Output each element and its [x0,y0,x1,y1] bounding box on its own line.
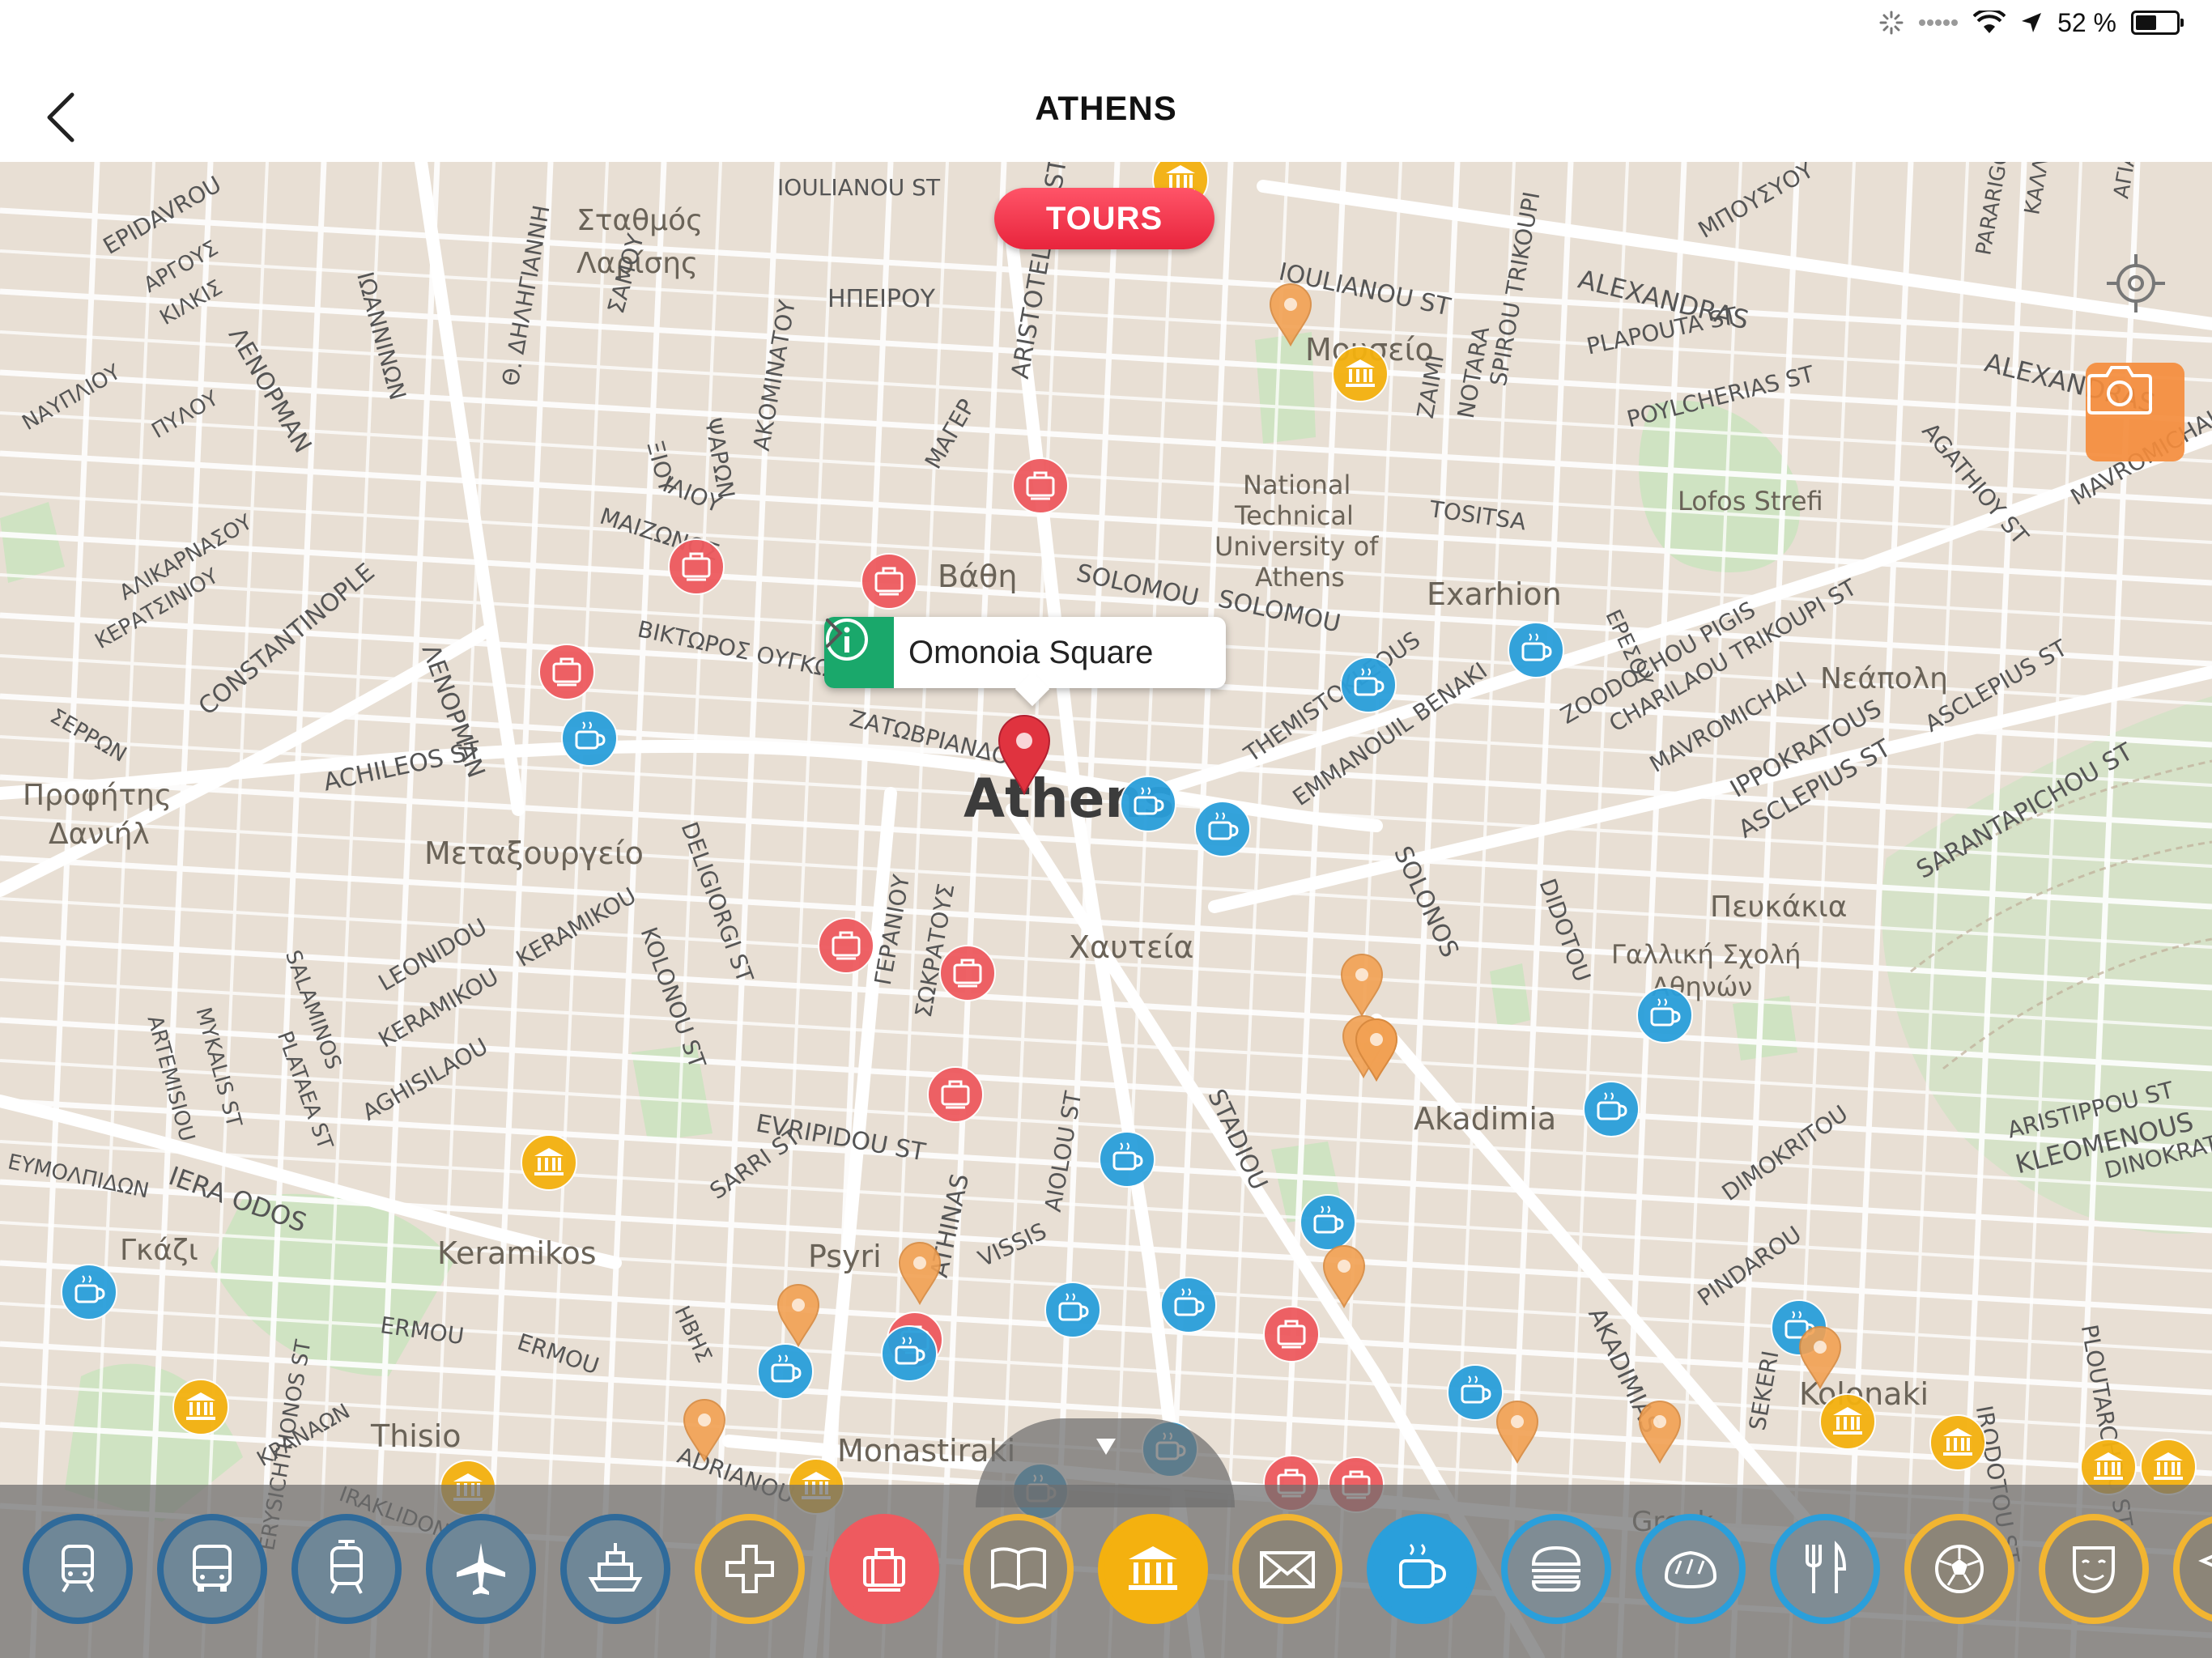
shop-pin[interactable] [938,944,997,1002]
cafe-pin[interactable] [1507,621,1565,679]
location-callout[interactable]: Omonoia Square [824,617,1226,688]
category-burger-button[interactable] [1501,1514,1611,1624]
museum-pin[interactable] [1819,1392,1877,1451]
category-fork-knife-button[interactable] [1770,1514,1880,1624]
locate-me-button[interactable] [2104,251,2175,322]
cafe-pin[interactable] [1119,775,1177,833]
pharmacy-cross-icon [725,1545,774,1593]
fork-knife-icon [1806,1541,1847,1593]
crosshair-icon [2107,254,2165,312]
tram-icon [330,1540,363,1594]
camera-icon [2087,366,2152,414]
callout-title: Omonoia Square [908,634,1154,670]
location-arrow-icon [2022,13,2042,32]
museum-pin[interactable] [172,1378,230,1436]
shop-pin[interactable] [926,1065,985,1124]
cafe-pin[interactable] [60,1263,118,1321]
cafe-pin[interactable] [1044,1281,1102,1339]
bus-icon [193,1545,232,1592]
place-marker-pin[interactable] [1797,1324,1843,1389]
activity-spinner-icon [1879,11,1904,35]
page-title: ATHENS [1035,89,1177,127]
category-pharmacy-cross-button[interactable] [695,1514,805,1624]
place-marker-pin[interactable] [1354,1017,1399,1082]
status-right: 52 % [1879,6,2184,39]
cafe-pin[interactable] [1636,986,1694,1044]
coffee-cup-icon [1399,1543,1447,1588]
bread-icon [1664,1550,1717,1589]
cafe-pin[interactable] [1098,1130,1156,1188]
shop-pin[interactable] [538,643,596,701]
camera-button[interactable] [2086,363,2184,461]
cafe-pin[interactable] [560,709,619,767]
ferry-icon [588,1543,643,1592]
place-marker-pin[interactable] [897,1240,942,1305]
shop-pin[interactable] [860,552,918,610]
category-train-button[interactable] [23,1514,133,1624]
museum-pin[interactable] [1929,1414,1987,1472]
cafe-pin[interactable] [1159,1276,1218,1334]
category-tram-button[interactable] [291,1514,402,1624]
burger-icon [1531,1545,1581,1592]
book-icon [991,1547,1046,1591]
train-icon [62,1545,94,1593]
shop-pin[interactable] [667,538,725,596]
soccer-ball-icon [1935,1545,1984,1593]
category-luggage-shopping-button[interactable] [829,1514,939,1624]
category-ferry-button[interactable] [560,1514,670,1624]
category-book-button[interactable] [963,1514,1074,1624]
status-bar: 52 % [0,0,2212,45]
theater-mask-icon [2073,1546,2115,1594]
signal-dots-icon [1919,19,1959,26]
place-marker-pin[interactable] [1495,1399,1540,1464]
drawer-toggle[interactable] [1091,1435,1121,1459]
shop-pin[interactable] [817,916,875,975]
category-row [23,1514,2212,1635]
category-bus-button[interactable] [157,1514,267,1624]
museum-pin[interactable] [520,1133,578,1192]
category-mail-button[interactable] [1232,1514,1342,1624]
cafe-pin[interactable] [756,1342,815,1401]
tours-button[interactable]: TOURS [994,188,1214,249]
place-marker-pin[interactable] [1268,282,1313,346]
luggage-shopping-icon [863,1548,905,1592]
place-marker-pin[interactable] [682,1397,727,1462]
wifi-icon [1973,11,2006,33]
category-graduation-cap-button[interactable] [2173,1514,2212,1624]
cafe-pin[interactable] [1339,656,1397,714]
shop-pin[interactable] [1011,457,1070,515]
category-bread-button[interactable] [1636,1514,1746,1624]
category-museum-button[interactable] [1098,1514,1208,1624]
category-soccer-ball-button[interactable] [1904,1514,2014,1624]
shop-pin[interactable] [1262,1305,1321,1363]
category-theater-mask-button[interactable] [2039,1514,2149,1624]
battery-fill [2136,15,2156,30]
place-marker-pin[interactable] [1339,952,1385,1017]
chevron-right-icon [826,619,843,648]
graduation-cap-icon [2198,1554,2212,1567]
battery-icon [2131,11,2184,35]
airplane-icon [457,1543,505,1595]
cafe-pin[interactable] [1193,800,1252,858]
cafe-pin[interactable] [880,1324,938,1383]
museum-icon [1129,1546,1177,1590]
category-coffee-cup-button[interactable] [1367,1514,1477,1624]
battery-percent: 52 % [2057,7,2116,37]
selected-location-marker[interactable] [996,712,1053,797]
mail-icon [1260,1551,1315,1588]
category-airplane-button[interactable] [426,1514,536,1624]
cafe-pin[interactable] [1582,1080,1640,1138]
triangle-down-icon [1096,1439,1116,1455]
place-marker-pin[interactable] [1637,1399,1682,1464]
museum-pin[interactable] [1331,345,1389,403]
place-marker-pin[interactable] [776,1282,821,1347]
place-marker-pin[interactable] [1321,1244,1367,1308]
